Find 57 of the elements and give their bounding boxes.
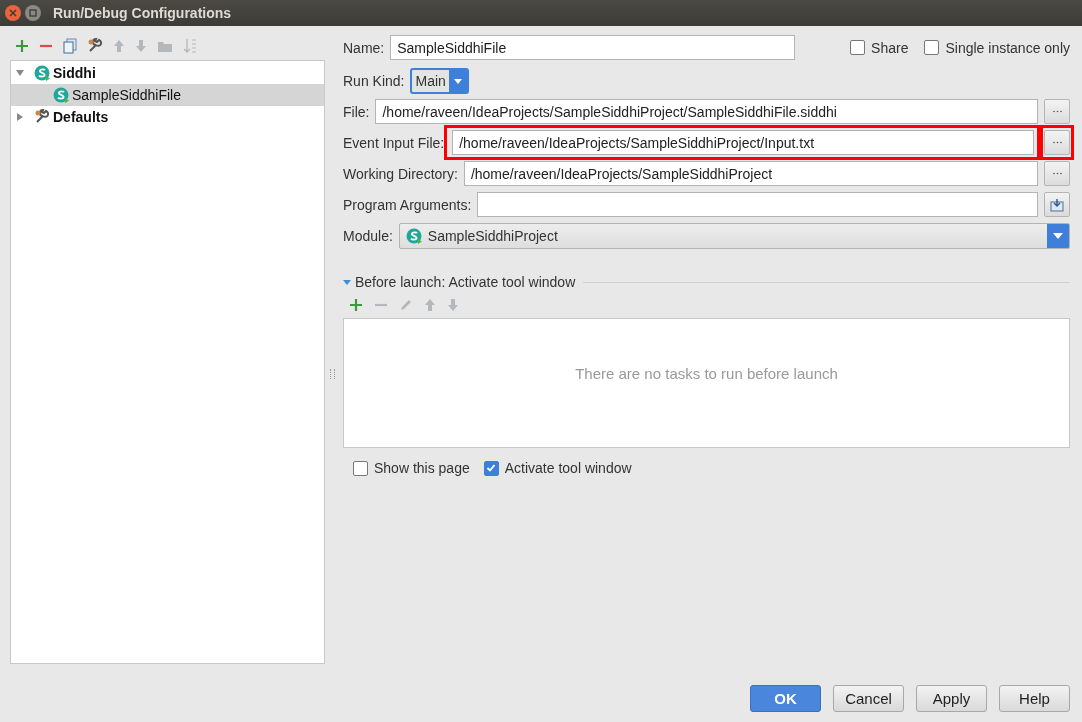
text-field[interactable]: /home/raveen/IdeaProjects/SampleSiddhiProject/Input.txt bbox=[452, 130, 1034, 155]
window-title: Run/Debug Configurations bbox=[53, 5, 232, 21]
close-button[interactable] bbox=[5, 5, 21, 21]
expand-button[interactable] bbox=[1044, 192, 1070, 217]
ellipsis-icon bbox=[1052, 172, 1062, 175]
field-label: Program Arguments: bbox=[343, 196, 472, 213]
expand-arrow-icon[interactable] bbox=[15, 112, 25, 122]
collapse-arrow-icon[interactable] bbox=[343, 278, 351, 286]
checkbox-label: Single instance only bbox=[945, 39, 1070, 56]
run-kind-dropdown[interactable]: Main bbox=[410, 67, 469, 94]
dialog-button[interactable]: Cancel bbox=[833, 685, 904, 712]
add-icon[interactable] bbox=[349, 298, 363, 312]
checkbox[interactable] bbox=[850, 40, 866, 55]
text-field[interactable]: /home/raveen/IdeaProjects/SampleSiddhiProject bbox=[463, 161, 1038, 186]
tree-item[interactable]: SampleSiddhiFile bbox=[11, 84, 324, 106]
splitter-handle[interactable] bbox=[330, 369, 335, 379]
module-dropdown[interactable]: SampleSiddhiProject bbox=[398, 222, 1070, 249]
dialog-button[interactable]: Apply bbox=[916, 685, 987, 712]
close-icon bbox=[9, 9, 17, 17]
empty-message: There are no tasks to run before launch bbox=[575, 364, 838, 382]
dialog-button[interactable]: Help bbox=[999, 685, 1070, 712]
maximize-icon bbox=[29, 9, 37, 17]
checkbox[interactable] bbox=[924, 40, 940, 55]
section-title[interactable]: Before launch: Activate tool window bbox=[355, 274, 576, 290]
wrench-icon[interactable] bbox=[34, 109, 50, 125]
dialog-button[interactable]: OK bbox=[750, 685, 821, 712]
checkbox[interactable] bbox=[483, 460, 499, 476]
dropdown-arrow-icon bbox=[1047, 223, 1069, 248]
browse-button[interactable] bbox=[1044, 99, 1070, 124]
checkmark-icon bbox=[486, 463, 497, 473]
field-label: Event Input File: bbox=[343, 134, 445, 151]
checkbox-label: Share bbox=[871, 39, 909, 56]
field-label: Module: bbox=[343, 227, 393, 244]
collapse-arrow-icon[interactable] bbox=[15, 68, 25, 78]
ellipsis-icon bbox=[1052, 110, 1062, 113]
browse-button[interactable] bbox=[1044, 161, 1070, 186]
field-label: File: bbox=[343, 103, 370, 120]
tree-item[interactable]: Siddhi bbox=[11, 62, 324, 84]
download-tray-icon bbox=[1050, 197, 1064, 212]
copy-icon[interactable] bbox=[63, 38, 77, 54]
checkbox-label: Activate tool window bbox=[504, 460, 632, 476]
checkbox-label: Show this page bbox=[374, 460, 470, 476]
siddhi-icon bbox=[34, 65, 50, 81]
text-field[interactable]: /home/raveen/IdeaProjects/SampleSiddhiProject/SampleSiddhiFile.siddhi bbox=[375, 99, 1038, 124]
add-icon[interactable] bbox=[15, 39, 29, 53]
field-label: Name: bbox=[343, 39, 385, 56]
field-label: Run Kind: bbox=[343, 72, 405, 89]
siddhi-icon bbox=[405, 227, 422, 244]
checkbox[interactable] bbox=[353, 460, 368, 476]
tree-item[interactable]: Defaults bbox=[11, 106, 324, 128]
text-field[interactable] bbox=[477, 192, 1038, 217]
name-field[interactable]: SampleSiddhiFile bbox=[390, 35, 796, 60]
maximize-button[interactable] bbox=[25, 5, 41, 21]
siddhi-icon bbox=[53, 87, 69, 103]
field-label: Working Directory: bbox=[343, 165, 458, 182]
ellipsis-icon bbox=[1052, 141, 1062, 144]
wrench-icon[interactable] bbox=[87, 38, 103, 54]
